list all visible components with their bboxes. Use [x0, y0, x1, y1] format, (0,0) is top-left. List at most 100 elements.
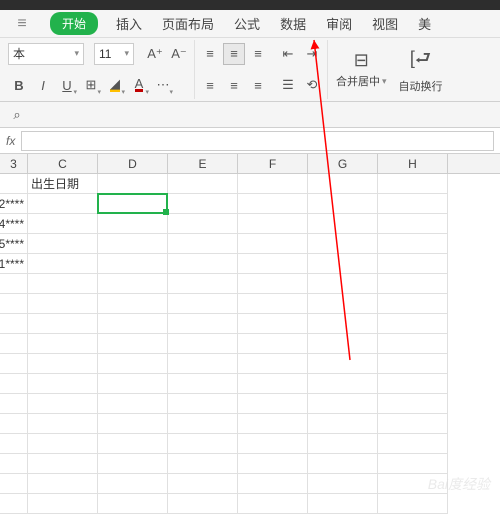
cell[interactable]	[28, 374, 98, 394]
cell[interactable]	[0, 394, 28, 414]
cell[interactable]	[308, 314, 378, 334]
align-bottom-button[interactable]: ≡	[247, 43, 269, 65]
cell[interactable]	[308, 494, 378, 514]
fx-icon[interactable]: fx	[6, 134, 15, 148]
cell[interactable]	[238, 414, 308, 434]
cell[interactable]	[378, 294, 448, 314]
cell[interactable]	[98, 454, 168, 474]
cell[interactable]	[378, 234, 448, 254]
cell[interactable]	[308, 474, 378, 494]
align-middle-button[interactable]: ≡	[223, 43, 245, 65]
col-header-f[interactable]: F	[238, 154, 308, 173]
cell[interactable]	[0, 334, 28, 354]
cell[interactable]	[308, 374, 378, 394]
cell[interactable]	[0, 494, 28, 514]
tab-insert[interactable]: 插入	[108, 10, 150, 37]
cell[interactable]	[168, 354, 238, 374]
cell[interactable]	[378, 314, 448, 334]
cell[interactable]	[378, 214, 448, 234]
increase-font-button[interactable]: A⁺	[144, 43, 166, 65]
cell[interactable]	[238, 374, 308, 394]
col-header-d[interactable]: D	[98, 154, 168, 173]
cell[interactable]	[168, 454, 238, 474]
cell[interactable]	[238, 174, 308, 194]
cell[interactable]	[308, 434, 378, 454]
cell[interactable]	[238, 254, 308, 274]
col-header-h[interactable]: H	[378, 154, 448, 173]
cell[interactable]	[168, 414, 238, 434]
font-name-select[interactable]: 本 ▾	[8, 43, 84, 65]
cell[interactable]	[168, 234, 238, 254]
col-header-c[interactable]: C	[28, 154, 98, 173]
cell[interactable]	[238, 434, 308, 454]
cell[interactable]	[28, 194, 98, 214]
cell[interactable]	[0, 274, 28, 294]
cell[interactable]	[378, 494, 448, 514]
cell[interactable]	[238, 394, 308, 414]
border-button[interactable]: ⊞	[80, 74, 102, 96]
align-top-button[interactable]: ≡	[199, 43, 221, 65]
cell[interactable]: 出生日期	[28, 174, 98, 194]
tab-data[interactable]: 数据	[272, 10, 314, 37]
tab-review[interactable]: 审阅	[318, 10, 360, 37]
cell[interactable]	[28, 214, 98, 234]
decrease-font-button[interactable]: A⁻	[168, 43, 190, 65]
cell[interactable]	[168, 194, 238, 214]
cell[interactable]	[308, 234, 378, 254]
cell[interactable]	[238, 194, 308, 214]
tab-beautify[interactable]: 美	[410, 10, 439, 37]
cell[interactable]	[238, 354, 308, 374]
cell[interactable]	[378, 254, 448, 274]
cell[interactable]	[0, 454, 28, 474]
cell[interactable]	[308, 394, 378, 414]
cell[interactable]	[98, 334, 168, 354]
cell[interactable]	[308, 414, 378, 434]
font-color-button[interactable]: A	[128, 74, 150, 96]
decrease-indent-button[interactable]: ⇤	[277, 43, 299, 65]
tab-home[interactable]: 开始	[50, 12, 98, 35]
bold-button[interactable]: B	[8, 74, 30, 96]
cell[interactable]	[28, 274, 98, 294]
cell[interactable]	[98, 234, 168, 254]
cell[interactable]	[238, 294, 308, 314]
cell[interactable]	[308, 334, 378, 354]
cell[interactable]	[308, 214, 378, 234]
cell[interactable]	[98, 374, 168, 394]
cell[interactable]	[378, 174, 448, 194]
cell[interactable]	[378, 354, 448, 374]
cell[interactable]	[0, 414, 28, 434]
cell[interactable]	[28, 314, 98, 334]
align-justify-button[interactable]: ☰	[277, 74, 299, 96]
cell[interactable]: 1201****	[0, 254, 28, 274]
cell[interactable]	[98, 434, 168, 454]
cell[interactable]	[28, 254, 98, 274]
cell[interactable]: 0202****	[0, 194, 28, 214]
cell[interactable]	[168, 274, 238, 294]
cell[interactable]	[168, 294, 238, 314]
tab-formulas[interactable]: 公式	[226, 10, 268, 37]
cell[interactable]	[308, 274, 378, 294]
cell[interactable]	[308, 194, 378, 214]
cell[interactable]	[28, 434, 98, 454]
search-button[interactable]: ⌕	[6, 104, 28, 126]
cell[interactable]	[98, 314, 168, 334]
cell[interactable]	[308, 454, 378, 474]
cell[interactable]: 0104****	[0, 214, 28, 234]
font-size-select[interactable]: 11 ▾	[94, 43, 134, 65]
tab-page-layout[interactable]: 页面布局	[154, 10, 222, 37]
cell[interactable]	[0, 434, 28, 454]
cell[interactable]	[308, 174, 378, 194]
cell[interactable]	[28, 334, 98, 354]
cell[interactable]	[238, 474, 308, 494]
cell[interactable]: 0105****	[0, 234, 28, 254]
cell[interactable]	[238, 234, 308, 254]
cell[interactable]	[28, 474, 98, 494]
cell[interactable]	[98, 294, 168, 314]
cell[interactable]	[168, 434, 238, 454]
orientation-button[interactable]: ⟲	[301, 74, 323, 96]
cell[interactable]	[0, 374, 28, 394]
tab-view[interactable]: 视图	[364, 10, 406, 37]
cell[interactable]	[168, 494, 238, 514]
align-right-button[interactable]: ≡	[247, 74, 269, 96]
cell[interactable]	[98, 194, 168, 214]
